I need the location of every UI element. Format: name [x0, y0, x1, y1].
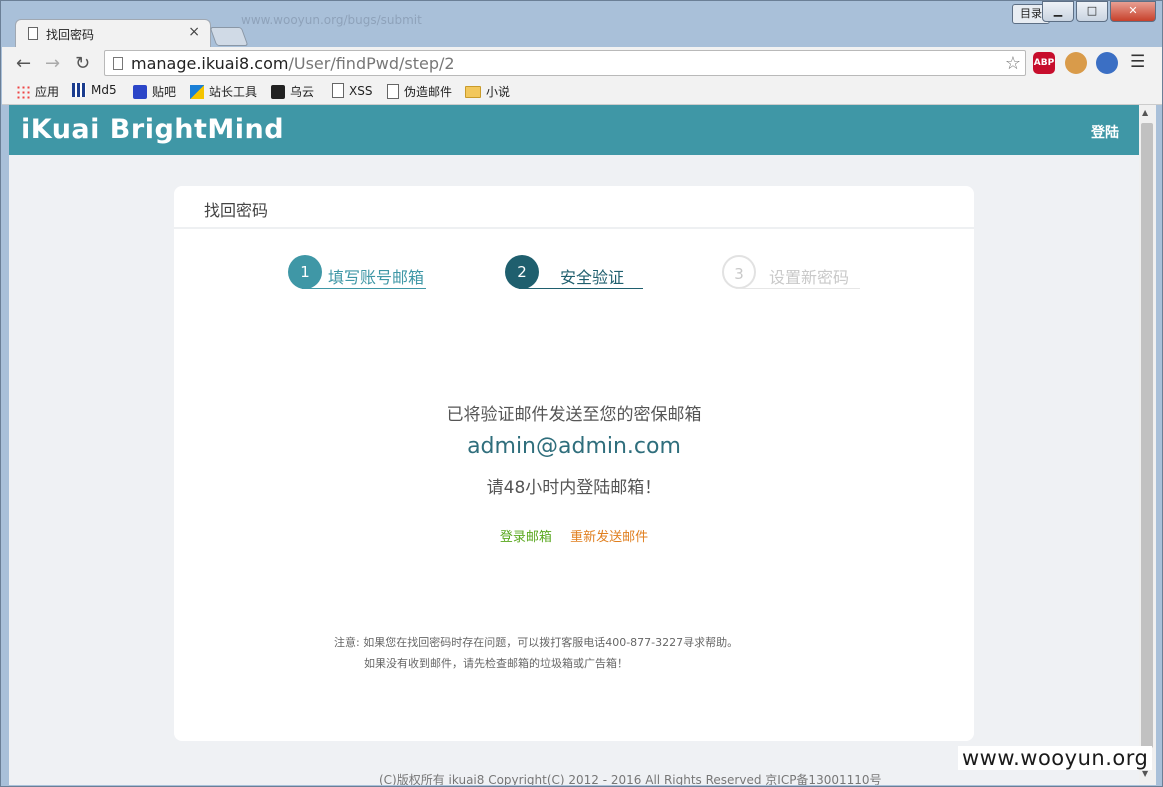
- apps-icon: [16, 84, 30, 99]
- step-label: 设置新密码: [769, 268, 850, 287]
- watermark: www.wooyun.org: [958, 746, 1153, 770]
- step-label: 填写账号邮箱: [328, 268, 425, 287]
- cookie-icon[interactable]: [1065, 52, 1087, 74]
- scroll-up-icon[interactable]: ▲: [1142, 108, 1148, 117]
- spam-note: 如果没有收到邮件，请先检查邮箱的垃圾箱或广告箱！: [364, 657, 628, 670]
- vertical-scrollbar[interactable]: ▲ ▼: [1139, 105, 1156, 785]
- bookmark-label: 乌云: [290, 85, 315, 99]
- wooyun-icon: [271, 84, 285, 99]
- bookmark-novel[interactable]: 小说: [465, 83, 510, 100]
- reload-icon[interactable]: ↻: [75, 53, 90, 74]
- scroll-thumb[interactable]: [1141, 123, 1153, 748]
- sent-message: 已将验证邮件发送至您的密保邮箱: [446, 405, 702, 425]
- action-links: 登录邮箱 重新发送邮件: [174, 526, 974, 545]
- doc-icon: [332, 83, 344, 98]
- email-address: admin@admin.com: [467, 434, 681, 459]
- bookmark-label: XSS: [349, 83, 373, 98]
- background-url-text: www.wooyun.org/bugs/submit: [241, 13, 422, 27]
- step-underline: [302, 288, 426, 289]
- bookmark-label: 站长工具: [209, 85, 258, 99]
- step-underline: [519, 288, 643, 289]
- resend-mail-link[interactable]: 重新发送邮件: [570, 530, 648, 545]
- page-icon: [28, 27, 38, 40]
- browser-toolbar: ← → ↻ manage.ikuai8.com/User/findPwd/ste…: [2, 47, 1162, 80]
- help-note: 注意: 如果您在找回密码时存在问题，可以拨打客服电话400-877-3227寻求…: [334, 636, 739, 649]
- step-2: 2 安全验证: [505, 255, 645, 291]
- title-bar: 找回密码 × www.wooyun.org/bugs/submit 目录 ▁ □…: [1, 1, 1162, 47]
- url-host: manage.ikuai8.com: [131, 54, 289, 73]
- page-icon: [113, 57, 123, 70]
- browser-window: 找回密码 × www.wooyun.org/bugs/submit 目录 ▁ □…: [0, 0, 1163, 787]
- bookmark-tieba[interactable]: 贴吧: [133, 83, 176, 100]
- step-number: 1: [288, 255, 322, 289]
- bookmark-star-icon[interactable]: ☆: [1005, 53, 1021, 74]
- bookmark-xss[interactable]: XSS: [332, 83, 372, 98]
- step-number: 3: [722, 255, 756, 289]
- bookmark-label: 小说: [486, 85, 511, 99]
- close-icon[interactable]: ✕: [1110, 1, 1156, 22]
- minimize-icon[interactable]: ▁: [1042, 1, 1074, 22]
- globe-icon[interactable]: [1096, 52, 1118, 74]
- bookmarks-bar: 应用 Md5 贴吧 站长工具 乌云 XSS 伪造邮件 小说: [2, 80, 1162, 105]
- bookmark-label: Md5: [91, 83, 117, 97]
- doc-icon: [387, 84, 399, 99]
- menu-icon[interactable]: ☰: [1130, 52, 1145, 72]
- tool-icon: [190, 84, 204, 99]
- step-number: 2: [505, 255, 539, 289]
- step-3: 3 设置新密码: [722, 255, 862, 291]
- forward-icon[interactable]: →: [45, 53, 60, 74]
- grid-icon: [72, 83, 86, 97]
- divider: [174, 227, 974, 229]
- step-underline: [736, 288, 860, 289]
- login-within-hours-message: 请48小时内登陆邮箱！: [486, 478, 662, 498]
- folder-icon: [465, 85, 481, 98]
- scroll-down-icon[interactable]: ▼: [1142, 769, 1148, 778]
- step-1: 1 填写账号邮箱: [288, 255, 428, 291]
- page-viewport: iKuai BrightMind 登陆 找回密码 1 填写账号邮箱 2 安全验证…: [9, 105, 1139, 785]
- url-path: /User/findPwd/step/2: [288, 54, 455, 73]
- adblock-icon[interactable]: ABP: [1033, 52, 1055, 74]
- step-label: 安全验证: [560, 268, 625, 287]
- paw-icon: [133, 84, 147, 99]
- bookmark-apps[interactable]: 应用: [16, 83, 59, 100]
- footer-copyright: (C)版权所有 ikuai8 Copyright(C) 2012 - 2016 …: [379, 773, 882, 785]
- new-tab-button[interactable]: [209, 27, 249, 46]
- address-bar[interactable]: manage.ikuai8.com/User/findPwd/step/2 ☆: [104, 50, 1026, 76]
- bookmark-label: 应用: [35, 85, 60, 99]
- address-url[interactable]: manage.ikuai8.com/User/findPwd/step/2: [131, 54, 455, 73]
- bookmark-label: 贴吧: [152, 85, 177, 99]
- bookmark-zhanzhang[interactable]: 站长工具: [190, 83, 257, 100]
- tab-title: 找回密码: [46, 28, 95, 42]
- bookmark-label: 伪造邮件: [404, 85, 453, 99]
- maximize-icon[interactable]: □: [1076, 1, 1108, 22]
- back-icon[interactable]: ←: [16, 53, 31, 74]
- browser-tab[interactable]: 找回密码 ×: [15, 19, 211, 47]
- tab-close-icon[interactable]: ×: [188, 24, 200, 40]
- site-logo[interactable]: iKuai BrightMind: [21, 114, 284, 145]
- site-header: iKuai BrightMind 登陆: [9, 105, 1139, 155]
- find-password-card: 找回密码 1 填写账号邮箱 2 安全验证 3 设置新密码 已将验证邮件发送至您的…: [174, 186, 974, 741]
- login-mail-link[interactable]: 登录邮箱: [500, 530, 552, 545]
- bookmark-fake-mail[interactable]: 伪造邮件: [387, 83, 452, 100]
- window-controls: ▁ □ ✕: [1042, 1, 1156, 22]
- bookmark-md5[interactable]: Md5: [72, 83, 117, 97]
- login-link[interactable]: 登陆: [1091, 122, 1119, 142]
- bookmark-wooyun[interactable]: 乌云: [271, 83, 314, 100]
- card-title: 找回密码: [204, 201, 269, 220]
